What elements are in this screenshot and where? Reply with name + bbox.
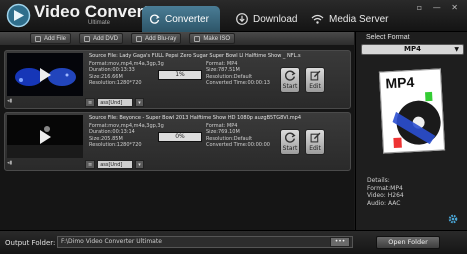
start-label: Start [282, 145, 298, 152]
tab-label: Media Server [329, 13, 389, 25]
start-label: Start [282, 83, 298, 90]
edit-label: Edit [309, 145, 321, 152]
start-button[interactable]: Start [280, 129, 300, 155]
details-video: Video: H264 [367, 192, 404, 199]
chevron-down-icon[interactable]: ▾ [135, 98, 144, 107]
bottom-bar: Output Folder: F:\Dimo Video Converter U… [0, 230, 467, 254]
output-folder-label: Output Folder: [5, 239, 56, 247]
subtitle-icon[interactable]: ≡ [85, 160, 96, 169]
add-dvd-button[interactable]: Add DVD [79, 33, 124, 44]
add-bluray-button[interactable]: Add Blu-ray [131, 33, 182, 44]
make-iso-label: Make ISO [203, 35, 231, 42]
format-preview-image: MP4 [378, 68, 446, 154]
output-folder-field[interactable]: F:\Dimo Video Converter Ultimate [57, 236, 353, 248]
progress-bar: 0% [158, 132, 202, 142]
add-file-icon [35, 35, 41, 42]
details-title: Details: [367, 177, 390, 184]
make-iso-button[interactable]: Make ISO [189, 33, 236, 44]
progress-bar: 1% [158, 70, 202, 80]
window-controls[interactable]: ▫ — ✕ [417, 3, 462, 12]
format-panel: Select Format MP4 ▼ MP4 Details: Format:… [355, 32, 467, 230]
edit-button[interactable]: Edit [305, 67, 325, 93]
wifi-icon [311, 14, 324, 24]
video-thumbnail[interactable] [7, 53, 83, 96]
add-file-button[interactable]: Add File [30, 33, 72, 44]
source-file: Source File: Lady Gaga's FULL Pepsi Zero… [89, 53, 301, 59]
edit-icon [310, 132, 320, 143]
video-thumbnail[interactable] [7, 115, 83, 158]
add-file-label: Add File [44, 35, 67, 42]
chevron-down-icon[interactable]: ▾ [135, 160, 144, 169]
play-icon[interactable] [40, 130, 51, 144]
iso-icon [194, 35, 201, 42]
download-icon [236, 13, 248, 25]
source-resolution: Resolution:1280*720 [89, 141, 142, 148]
dvd-icon [84, 35, 91, 42]
subtitle-icon[interactable]: ≡ [85, 98, 96, 107]
selected-format: MP4 [404, 45, 421, 53]
format-details: Details: Format:MP4 Video: H264 Audio: A… [367, 177, 404, 207]
tab-label: Download [253, 13, 298, 25]
select-format-label: Select Format [366, 34, 410, 41]
play-icon[interactable] [40, 68, 51, 82]
app-subtitle: Ultimate [88, 20, 111, 26]
refresh-icon [150, 14, 160, 24]
add-bluray-label: Add Blu-ray [145, 35, 177, 42]
start-button[interactable]: Start [280, 67, 300, 93]
app-logo-icon [6, 3, 31, 28]
audio-icon: ◂▮ [7, 98, 13, 104]
output-info: Format: MP4 Size:787.51M Resolution:Defa… [206, 61, 270, 86]
edit-icon [310, 70, 320, 81]
browse-button[interactable]: ••• [330, 237, 350, 247]
subtitle-toggle[interactable]: ◂▮ [7, 160, 12, 166]
format-select[interactable]: MP4 ▼ [361, 44, 464, 55]
open-folder-button[interactable]: Open Folder [376, 236, 440, 249]
audio-icon: ◂▮ [7, 160, 13, 166]
converted-time: Converted Time:00:00:00 [206, 141, 270, 148]
gear-icon[interactable] [448, 214, 458, 224]
tab-media-server[interactable]: Media Server [303, 6, 396, 32]
toolbar: Add File Add DVD Add Blu-ray Make ISO [0, 32, 354, 45]
edit-label: Edit [309, 83, 321, 90]
refresh-icon [284, 70, 296, 81]
tab-label: Converter [165, 13, 209, 25]
add-dvd-label: Add DVD [93, 35, 119, 42]
file-list: ◂▮ ≡ ass[Und] ▾ Source File: Lady Gaga's… [0, 45, 354, 230]
details-format: Format:MP4 [367, 184, 403, 192]
tab-converter[interactable]: Converter [142, 6, 220, 32]
converted-time: Converted Time:00:00:13 [206, 79, 270, 86]
title-bar: Video Converter Ultimate ▫ — ✕ Converter… [0, 0, 467, 32]
subtitle-toggle[interactable]: ◂▮ [7, 98, 12, 104]
source-resolution: Resolution:1280*720 [89, 79, 142, 86]
file-row[interactable]: ◂▮ ≡ ass[Und] ▾ Source File: Lady Gaga's… [4, 50, 351, 109]
subtitle-controls: ≡ ass[Und] ▾ [85, 160, 144, 169]
chevron-down-icon: ▼ [454, 46, 459, 53]
source-info: Format:mov,mp4,m4a,3gp,3g Duration:00:13… [89, 123, 164, 148]
file-row[interactable]: ◂▮ ≡ ass[Und] ▾ Source File: Beyonce - S… [4, 112, 351, 171]
subtitle-select[interactable]: ass[Und] [97, 98, 134, 107]
film-reel-icon [392, 91, 441, 148]
output-info: Format: MP4 Size:769.10M Resolution:Defa… [206, 123, 270, 148]
details-audio: Audio: AAC [367, 199, 401, 207]
source-info: Format:mov,mp4,m4a,3gp,3g Duration:00:13… [89, 61, 164, 86]
refresh-icon [284, 132, 296, 143]
subtitle-select[interactable]: ass[Und] [97, 160, 134, 169]
source-file: Source File: Beyonce - Super Bowl 2013 H… [89, 115, 302, 121]
edit-button[interactable]: Edit [305, 129, 325, 155]
tab-download[interactable]: Download [228, 6, 305, 32]
bluray-icon [136, 35, 143, 42]
subtitle-controls: ≡ ass[Und] ▾ [85, 98, 144, 107]
